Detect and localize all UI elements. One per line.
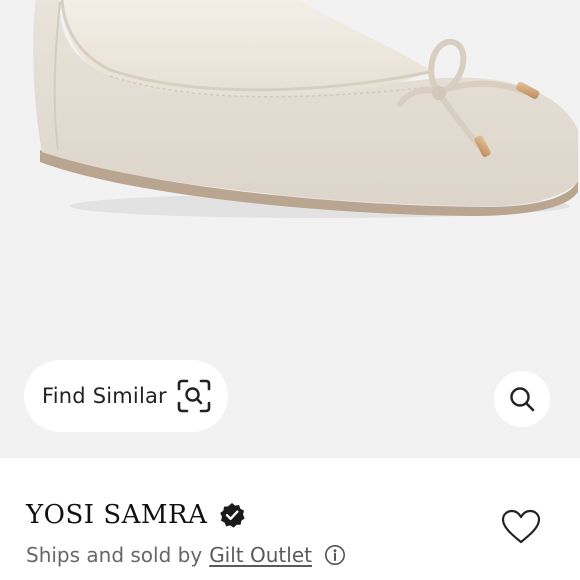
verified-check-badge-icon — [220, 503, 245, 528]
find-similar-label: Find Similar — [42, 384, 167, 408]
seller-link[interactable]: Gilt Outlet — [209, 543, 312, 567]
scan-search-icon — [177, 379, 211, 413]
magnifier-icon — [510, 387, 535, 412]
like-button[interactable] — [498, 504, 544, 550]
visual-search-button[interactable] — [494, 371, 550, 427]
product-image-container[interactable]: Find Similar — [0, 0, 580, 458]
info-circle-icon[interactable] — [324, 544, 346, 566]
seller-info: Ships and sold by Gilt Outlet — [26, 540, 346, 570]
seller-prefix: Ships and sold by — [26, 543, 203, 567]
brand-row: YOSI SAMRA — [26, 496, 245, 534]
brand-name[interactable]: YOSI SAMRA — [26, 500, 207, 530]
find-similar-button[interactable]: Find Similar — [24, 360, 228, 432]
heart-outline-icon — [501, 509, 541, 544]
product-listing-page: Find Similar YOSI SAMRA Ships and sold b… — [0, 0, 580, 580]
